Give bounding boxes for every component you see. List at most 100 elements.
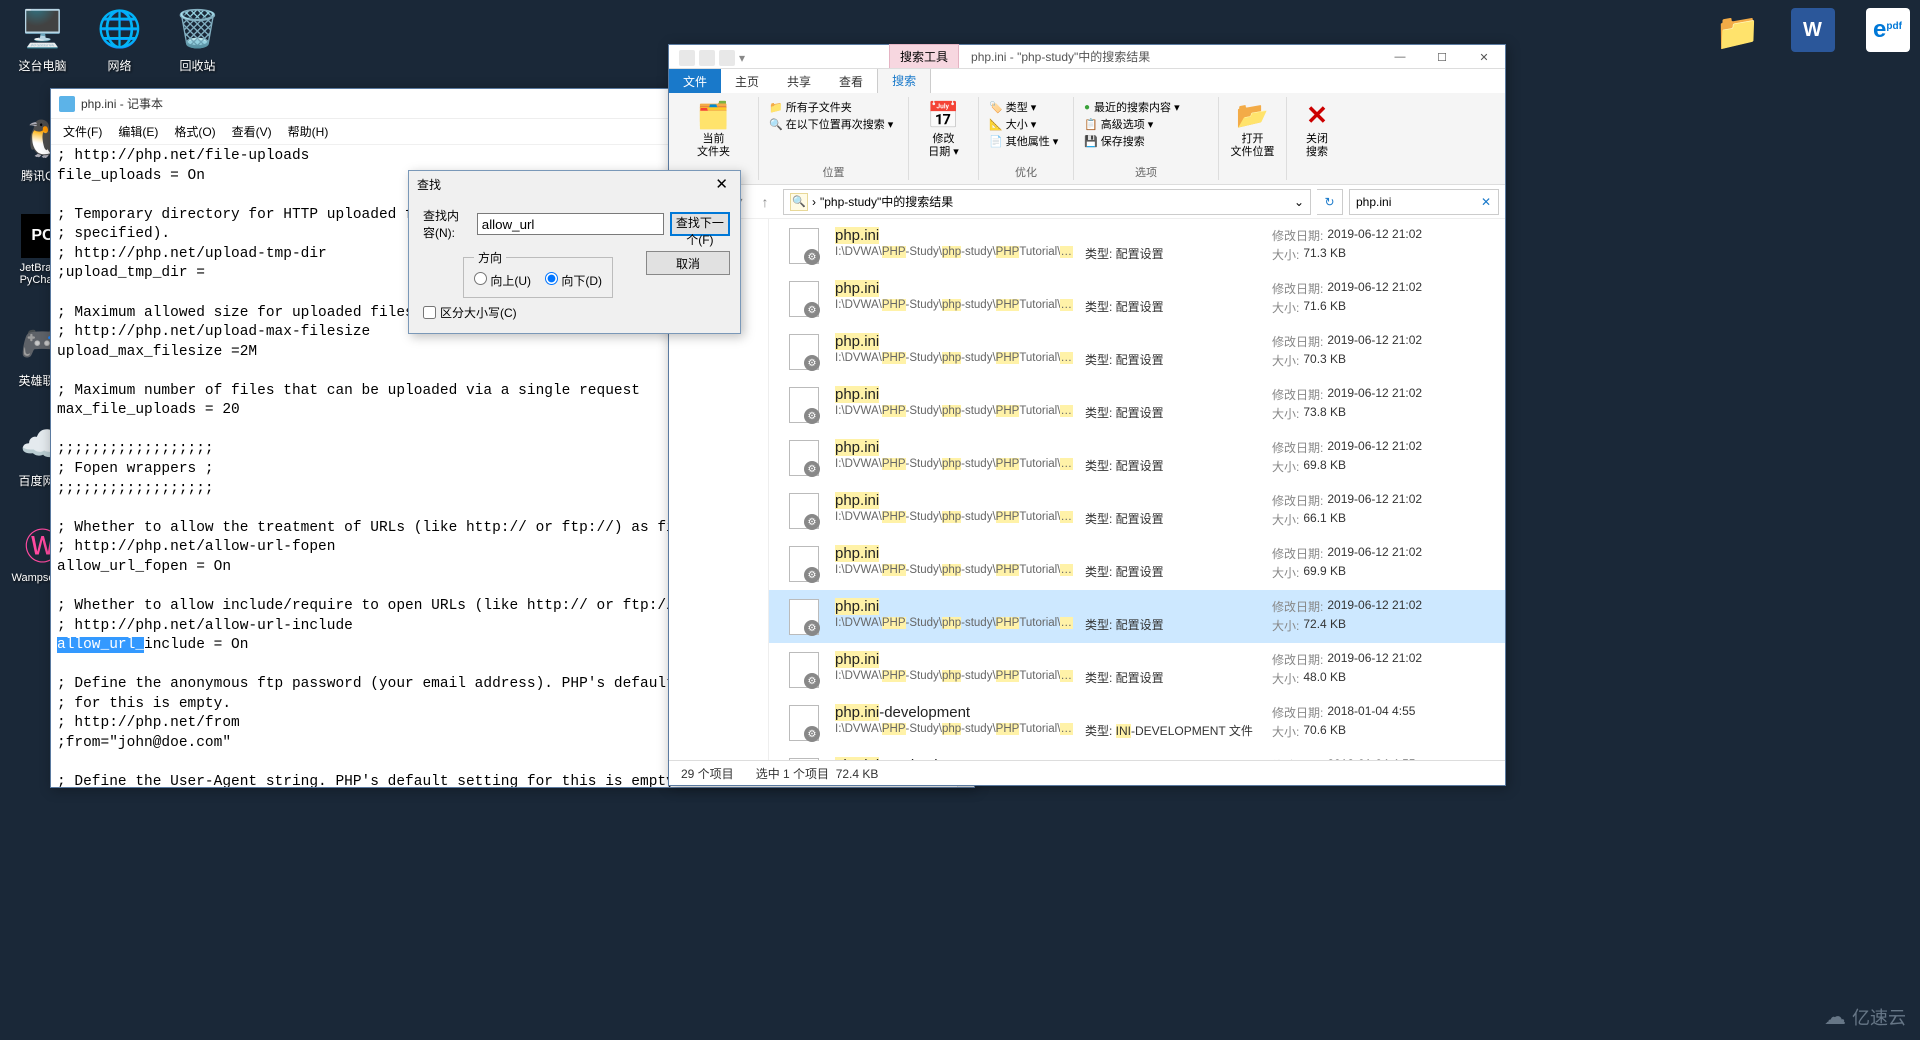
search-result-item[interactable]: ⚙php.iniI:\DVWA\PHP-Study\php-study\PHPT…: [769, 484, 1505, 537]
nav-up-button[interactable]: ↑: [753, 190, 777, 214]
case-checkbox[interactable]: [423, 306, 436, 319]
ribbon-close-search[interactable]: ✕ 关闭搜索: [1301, 99, 1333, 159]
result-date: 2019-06-12 21:02: [1327, 439, 1422, 456]
menu-view[interactable]: 查看(V): [224, 119, 280, 144]
result-size: 71.3 KB: [1303, 246, 1346, 263]
size-label: 大小:: [1272, 670, 1299, 687]
moddate-label: 修改日期:: [1272, 280, 1323, 297]
result-date: 2018-01-04 4:55: [1327, 757, 1415, 760]
desktop-icon-network[interactable]: 🌐网络: [82, 5, 157, 74]
size-label: 大小:: [1272, 511, 1299, 528]
desktop-icon-folder[interactable]: 📁: [1700, 8, 1775, 60]
find-direction-group: 方向 向上(U) 向下(D): [463, 249, 613, 298]
tab-file[interactable]: 文件: [669, 69, 721, 94]
search-result-item[interactable]: ⚙php.iniI:\DVWA\PHP-Study\php-study\PHPT…: [769, 431, 1505, 484]
search-results: ⚙php.iniI:\DVWA\PHP-Study\php-study\PHPT…: [769, 219, 1505, 760]
search-result-item[interactable]: ⚙php.iniI:\DVWA\PHP-Study\php-study\PHPT…: [769, 272, 1505, 325]
file-icon: ⚙: [785, 545, 823, 583]
status-count: 29 个项目: [681, 765, 734, 782]
status-bar: 29 个项目 选中 1 个项目 72.4 KB: [669, 760, 1505, 785]
status-selected: 选中 1 个项目 72.4 KB: [756, 765, 879, 782]
ribbon-recent-search[interactable]: ● 最近的搜索内容 ▾: [1084, 99, 1180, 115]
qat-icon[interactable]: [679, 50, 695, 66]
result-size: 69.9 KB: [1303, 564, 1346, 581]
ribbon-modify-date[interactable]: 📅 修改日期 ▾: [928, 99, 960, 159]
menu-help[interactable]: 帮助(H): [280, 119, 337, 144]
ribbon-search-again[interactable]: 🔍 在以下位置再次搜索 ▾: [769, 116, 893, 132]
clear-search-icon[interactable]: ✕: [1476, 195, 1496, 209]
find-titlebar[interactable]: 查找 ✕: [409, 171, 740, 197]
ribbon-save-search[interactable]: 💾 保存搜索: [1084, 133, 1180, 149]
qat-dropdown-icon[interactable]: ▾: [739, 51, 745, 65]
search-result-item[interactable]: ⚙php.ini-developmentI:\DVWA\PHP-Study\ph…: [769, 696, 1505, 749]
menu-format[interactable]: 格式(O): [166, 119, 223, 144]
size-label: 大小:: [1272, 564, 1299, 581]
desktop-icon-computer[interactable]: 🖥️这台电脑: [5, 5, 80, 74]
find-cancel-button[interactable]: 取消: [646, 251, 730, 275]
search-result-item[interactable]: ⚙php.iniI:\DVWA\PHP-Study\php-study\PHPT…: [769, 643, 1505, 696]
tab-home[interactable]: 主页: [721, 69, 773, 94]
find-content-label: 查找内容(N):: [423, 207, 471, 241]
tab-share[interactable]: 共享: [773, 69, 825, 94]
result-type: 类型: 配置设置: [1085, 280, 1260, 315]
radio-up[interactable]: 向上(U): [474, 272, 531, 289]
ribbon-open-location[interactable]: 📂 打开文件位置: [1231, 99, 1275, 159]
ribbon-other-attr[interactable]: 📄 其他属性 ▾: [989, 133, 1058, 149]
moddate-label: 修改日期:: [1272, 598, 1323, 615]
ribbon-all-subfolders[interactable]: 🗂️ 当前文件夹: [697, 99, 730, 159]
result-date: 2019-06-12 21:02: [1327, 651, 1422, 668]
result-size: 66.1 KB: [1303, 511, 1346, 528]
notepad-icon: [59, 96, 75, 112]
exp-minimize-button[interactable]: —: [1379, 45, 1421, 69]
radio-down[interactable]: 向下(D): [545, 272, 602, 289]
tab-search[interactable]: 搜索: [877, 67, 931, 95]
close-x-icon: ✕: [1301, 99, 1333, 131]
refresh-button[interactable]: ↻: [1317, 189, 1343, 215]
search-result-item[interactable]: ⚙php.iniI:\DVWA\PHP-Study\php-study\PHPT…: [769, 378, 1505, 431]
size-label: 大小:: [1272, 246, 1299, 263]
ribbon-advanced[interactable]: 📋 高级选项 ▾: [1084, 116, 1180, 132]
menu-edit[interactable]: 编辑(E): [110, 119, 166, 144]
result-path: I:\DVWA\PHP-Study\php-study\PHPTutorial\…: [835, 405, 1073, 417]
tab-view[interactable]: 查看: [825, 69, 877, 94]
ribbon-type[interactable]: 🏷️ 类型 ▾: [989, 99, 1058, 115]
explorer-context-title: php.ini - "php-study"中的搜索结果: [959, 45, 1162, 68]
result-type: 类型: 配置设置: [1085, 386, 1260, 421]
result-type: 类型: 配置设置: [1085, 598, 1260, 633]
desktop-icon-recycle[interactable]: 🗑️回收站: [160, 5, 235, 74]
address-bar-row: ← → ▾ ↑ 🔍 › "php-study"中的搜索结果 ⌄ ↻ php.in…: [669, 185, 1505, 219]
qat-icon[interactable]: [699, 50, 715, 66]
desktop-icon-edge[interactable]: epdf: [1850, 8, 1920, 56]
result-type: 类型: INI-PRODUCTION 文件: [1085, 757, 1260, 760]
breadcrumb[interactable]: 🔍 › "php-study"中的搜索结果 ⌄: [783, 189, 1311, 215]
result-type: 类型: 配置设置: [1085, 227, 1260, 262]
explorer-searchbox[interactable]: php.ini ✕: [1349, 189, 1499, 215]
exp-close-button[interactable]: ✕: [1463, 45, 1505, 69]
result-size: 70.3 KB: [1303, 352, 1346, 369]
moddate-label: 修改日期:: [1272, 386, 1323, 403]
file-icon: ⚙: [785, 492, 823, 530]
desktop-icon-word[interactable]: W: [1775, 8, 1850, 56]
ribbon-subfolder-item[interactable]: 📁 所有子文件夹: [769, 99, 893, 115]
menu-file[interactable]: 文件(F): [55, 119, 110, 144]
qat-icon[interactable]: [719, 50, 735, 66]
exp-maximize-button[interactable]: ☐: [1421, 45, 1463, 69]
search-result-item[interactable]: ⚙php.ini-productionI:\DVWA\PHP-Study\php…: [769, 749, 1505, 760]
ribbon-size[interactable]: 📐 大小 ▾: [989, 116, 1058, 132]
result-date: 2019-06-12 21:02: [1327, 386, 1422, 403]
find-close-button[interactable]: ✕: [711, 175, 732, 193]
search-tools-tab[interactable]: 搜索工具: [889, 44, 959, 68]
result-path: I:\DVWA\PHP-Study\php-study\PHPTutorial\…: [835, 352, 1073, 364]
search-result-item[interactable]: ⚙php.iniI:\DVWA\PHP-Study\php-study\PHPT…: [769, 537, 1505, 590]
result-path: I:\DVWA\PHP-Study\php-study\PHPTutorial\…: [835, 617, 1073, 629]
explorer-header: ▾ 搜索工具 php.ini - "php-study"中的搜索结果 — ☐ ✕: [669, 45, 1505, 69]
find-input[interactable]: [477, 213, 664, 235]
search-result-item[interactable]: ⚙php.iniI:\DVWA\PHP-Study\php-study\PHPT…: [769, 590, 1505, 643]
file-icon: ⚙: [785, 386, 823, 424]
find-next-button[interactable]: 查找下一个(F): [670, 212, 730, 236]
search-result-item[interactable]: ⚙php.iniI:\DVWA\PHP-Study\php-study\PHPT…: [769, 219, 1505, 272]
crumb-dropdown-icon[interactable]: ⌄: [1294, 195, 1304, 209]
file-icon: ⚙: [785, 439, 823, 477]
search-result-item[interactable]: ⚙php.iniI:\DVWA\PHP-Study\php-study\PHPT…: [769, 325, 1505, 378]
result-size: 71.6 KB: [1303, 299, 1346, 316]
